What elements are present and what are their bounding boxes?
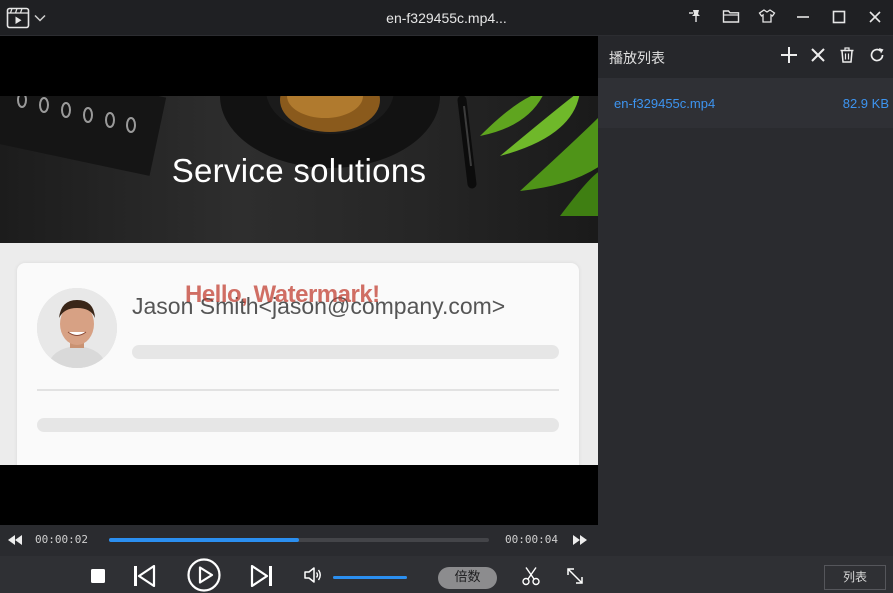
fullscreen-button[interactable] [564,567,586,589]
open-folder-button[interactable] [713,0,749,36]
next-button[interactable] [248,564,276,591]
play-button[interactable] [186,558,222,593]
skip-previous-icon [132,564,156,591]
refresh-button[interactable] [866,46,888,68]
folder-icon [722,8,740,28]
volume-button[interactable] [302,567,324,587]
scissors-icon [521,566,541,590]
playlist-panel: 播放列表 en-f329455c.mp4 82.9 KB [598,36,893,556]
video-canvas[interactable]: Service solutions Jason Smith<jason@comp… [0,36,598,525]
volume-slider[interactable] [333,576,407,579]
playlist-item[interactable]: en-f329455c.mp4 82.9 KB [598,78,893,128]
progress-row: 00:00:02 00:00:04 [0,525,598,556]
skip-next-icon [250,564,274,591]
pin-button[interactable] [677,0,713,36]
add-file-button[interactable] [778,46,800,68]
volume-level [333,576,407,579]
maximize-button[interactable] [821,0,857,36]
minimize-icon [796,9,810,28]
current-time: 00:00:02 [35,533,88,546]
minimize-button[interactable] [785,0,821,36]
placeholder-line [37,418,559,432]
playlist-item-size: 82.9 KB [842,96,889,111]
volume-icon [303,566,323,588]
app-menu-button[interactable] [6,6,54,30]
total-time: 00:00:04 [505,533,558,546]
play-icon [187,558,221,593]
chevron-down-icon [34,14,46,22]
card-divider [37,389,559,391]
clip-button[interactable] [520,567,542,589]
maximize-icon [832,9,846,28]
placeholder-line [132,345,559,359]
fast-forward-icon [572,533,588,552]
seek-bar-played [109,538,299,542]
contact-card: Jason Smith<jason@company.com> Hello, Wa… [17,263,579,465]
playlist-item-name: en-f329455c.mp4 [614,96,716,111]
watermark-text: Hello, Watermark! [185,281,380,308]
playlist-header: 播放列表 [598,36,893,78]
clear-list-button[interactable] [836,46,858,68]
plus-icon [780,46,798,68]
film-icon [6,7,30,29]
rewind-button[interactable] [7,532,25,548]
close-icon [810,47,826,67]
shirt-icon [758,8,776,28]
rewind-icon [7,533,23,552]
close-window-button[interactable] [857,0,893,36]
pin-icon [687,8,703,28]
media-player-window: en-f329455c.mp4... Service solutions Jas… [0,0,893,593]
stop-icon [90,568,106,588]
window-controls [677,0,893,36]
remove-item-button[interactable] [807,46,829,68]
video-banner: Service solutions [0,96,598,243]
avatar-photo [37,288,117,368]
skin-button[interactable] [749,0,785,36]
control-bar: 倍数 列表 [0,556,893,593]
stop-button[interactable] [86,566,110,590]
playlist-title: 播放列表 [609,51,665,67]
title-bar: en-f329455c.mp4... [0,0,893,36]
trash-icon [839,47,855,67]
fast-forward-button[interactable] [572,532,590,548]
refresh-icon [869,47,885,67]
video-frame: Service solutions Jason Smith<jason@comp… [0,96,598,465]
expand-icon [566,567,584,589]
playback-speed-button[interactable]: 倍数 [438,567,497,589]
previous-button[interactable] [130,564,158,591]
playlist-toggle-button[interactable]: 列表 [824,565,886,590]
banner-title: Service solutions [171,152,427,189]
seek-bar[interactable] [109,538,489,542]
avatar [37,288,117,368]
close-icon [868,9,882,28]
